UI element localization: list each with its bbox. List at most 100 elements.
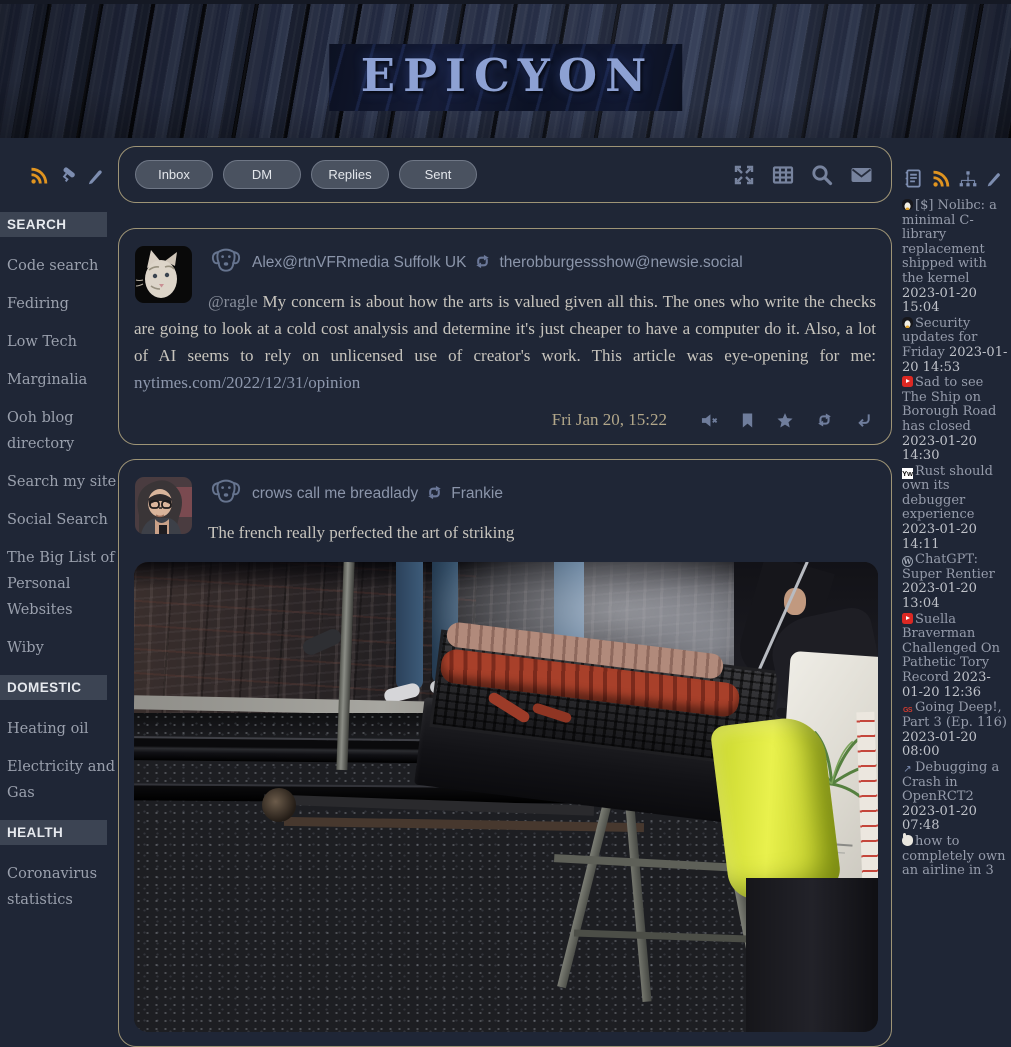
newswire-date: 2023-01-20 14:30	[902, 434, 977, 464]
left-column-icons	[0, 140, 118, 198]
health-links: Coronavirus statistics	[0, 861, 118, 913]
newswire-title: how to completely own an airline in 3	[902, 834, 1006, 878]
newswire-date: 2023-01-20 08:00	[902, 730, 977, 760]
mention-link[interactable]: @ragle	[208, 292, 258, 311]
left-links-column: SEARCH Code search Fediring Low Tech Mar…	[0, 140, 118, 925]
newswire-item[interactable]: how to completely own an airline in 3	[902, 835, 1009, 879]
post-footer: Fri Jan 20, 15:22	[134, 410, 876, 430]
post-header: Alex@rtnVFRmedia Suffolk UK therobburges…	[134, 243, 876, 283]
newswire-title: [$] Nolibc: a minimal C-library replacem…	[902, 198, 997, 286]
link-low-tech[interactable]: Low Tech	[7, 329, 118, 355]
favicon-creature-icon	[902, 835, 913, 846]
tab-sent[interactable]: Sent	[399, 160, 477, 189]
newswire-title: Sad to see The Ship on Borough Road has …	[902, 375, 996, 434]
post-image[interactable]	[134, 562, 878, 1032]
edit-pen-icon[interactable]	[985, 170, 1003, 188]
photo-trolley-wheel	[262, 788, 296, 822]
newswire-icons	[898, 146, 1011, 197]
rss-feed-icon[interactable]	[29, 166, 49, 186]
expand-icon[interactable]	[731, 162, 757, 188]
search-icon[interactable]	[809, 162, 835, 188]
newswire-date: 2023-01-20 07:48	[902, 804, 977, 834]
star-icon[interactable]	[776, 412, 794, 429]
article-link[interactable]: nytimes.com/2022/12/31/opinion	[134, 373, 360, 392]
dog-person-icon[interactable]	[208, 475, 244, 507]
newswire-item[interactable]: [$] Nolibc: a minimal C-library replacem…	[902, 199, 1009, 316]
newswire-title: Rust should own its debugger experience	[902, 464, 993, 523]
newswire-item[interactable]: Suella Braverman Challenged On Pathetic …	[902, 613, 1009, 701]
newswire-title: ChatGPT: Super Rentier	[902, 552, 995, 582]
post-content: @ragle My concern is about how the arts …	[134, 288, 876, 396]
newswire-date: 2023-01-20 15:04	[902, 286, 977, 316]
boost-repeat-icon	[425, 483, 444, 502]
announced-author-handle[interactable]: Frankie	[451, 485, 503, 502]
newswire-title: Going Deep!, Part 3 (Ep. 116)	[902, 700, 1007, 730]
post-author-handle[interactable]: crows call me breadlady	[252, 485, 418, 502]
post: crows call me breadlady Frankie The fren…	[118, 459, 892, 1047]
favicon-lwn-penguin-icon	[902, 317, 913, 328]
categories-icon[interactable]	[958, 169, 978, 189]
section-header-health: HEALTH	[0, 820, 107, 845]
photo-hivis-vest	[710, 714, 843, 902]
post-timestamp[interactable]: Fri Jan 20, 15:22	[552, 410, 667, 430]
newswire-list: [$] Nolibc: a minimal C-library replacem…	[898, 197, 1011, 879]
link-social-search[interactable]: Social Search	[7, 507, 118, 533]
link-ooh-blog-directory[interactable]: Ooh blog directory	[7, 405, 118, 457]
tab-replies[interactable]: Replies	[311, 160, 389, 189]
dog-person-icon[interactable]	[208, 244, 244, 276]
newswire-item[interactable]: Debugging a Crash in OpenRCT2 2023-01-20…	[902, 761, 1009, 834]
domestic-links: Heating oil Electricity and Gas	[0, 716, 118, 806]
favicon-yw-icon	[902, 468, 913, 479]
post: Alex@rtnVFRmedia Suffolk UK therobburges…	[118, 228, 892, 445]
repeat-icon[interactable]	[815, 411, 834, 429]
newswire-item[interactable]: Sad to see The Ship on Borough Road has …	[902, 376, 1009, 464]
link-search-my-site[interactable]: Search my site	[7, 469, 118, 495]
newswire-item[interactable]: Security updates for Friday 2023-01-20 1…	[902, 317, 1009, 375]
reply-icon[interactable]	[855, 412, 872, 429]
newswire-item[interactable]: Rust should own its debugger experience …	[902, 465, 1009, 553]
instance-title: EPICYON	[329, 44, 682, 111]
envelope-icon[interactable]	[848, 162, 875, 188]
favicon-arrow-icon	[902, 764, 913, 775]
link-coronavirus-statistics[interactable]: Coronavirus statistics	[7, 861, 118, 913]
link-fediring[interactable]: Fediring	[7, 291, 118, 317]
link-code-search[interactable]: Code search	[7, 253, 118, 279]
newswire-date: 2023-01-20 14:11	[902, 522, 977, 552]
avatar[interactable]	[135, 477, 192, 534]
rss-feed-icon[interactable]	[931, 169, 951, 189]
timeline-column: Inbox DM Replies Sent	[118, 146, 892, 1047]
newswire-column: [$] Nolibc: a minimal C-library replacem…	[898, 146, 1011, 880]
favicon-wordpress-icon	[902, 556, 913, 567]
post-text: The french really perfected the art of s…	[208, 523, 514, 542]
link-heating-oil[interactable]: Heating oil	[7, 716, 118, 742]
post-author-handle[interactable]: Alex@rtnVFRmedia Suffolk UK	[252, 254, 466, 271]
tab-inbox[interactable]: Inbox	[135, 160, 213, 189]
link-electricity-and-gas[interactable]: Electricity and Gas	[7, 754, 118, 806]
link-marginalia[interactable]: Marginalia	[7, 367, 118, 393]
timeline-tabs-bar: Inbox DM Replies Sent	[118, 146, 892, 203]
avatar[interactable]	[135, 246, 192, 303]
announced-author-handle[interactable]: therobburgessshow@newsie.social	[499, 254, 742, 271]
newswire-date: 2023-01-20 13:04	[902, 581, 977, 611]
newswire-title: Debugging a Crash in OpenRCT2	[902, 760, 999, 804]
section-header-search: SEARCH	[0, 212, 107, 237]
favicon-youtube-icon	[902, 613, 913, 624]
bookmark-icon[interactable]	[740, 412, 755, 429]
post-header: crows call me breadlady Frankie	[134, 474, 876, 514]
boost-repeat-icon	[473, 252, 492, 271]
search-links: Code search Fediring Low Tech Marginalia…	[0, 253, 118, 661]
photo-person-legs	[746, 878, 878, 1032]
link-wiby[interactable]: Wiby	[7, 635, 118, 661]
newswire-item[interactable]: ChatGPT: Super Rentier 2023-01-20 13:04	[902, 553, 1009, 611]
mute-icon[interactable]	[700, 412, 719, 429]
paint-roller-icon[interactable]	[57, 166, 78, 186]
edit-pen-icon[interactable]	[86, 167, 105, 186]
instance-banner[interactable]: EPICYON	[0, 4, 1011, 138]
post-content: The french really perfected the art of s…	[134, 519, 876, 546]
favicon-lwn-penguin-icon	[902, 199, 913, 210]
tab-dm[interactable]: DM	[223, 160, 301, 189]
newswire-item[interactable]: Going Deep!, Part 3 (Ep. 116) 2023-01-20…	[902, 701, 1009, 760]
grid-icon[interactable]	[770, 162, 796, 188]
link-big-list-personal-websites[interactable]: The Big List of Personal Websites	[7, 545, 118, 623]
show-newswire-icon[interactable]	[903, 168, 924, 189]
